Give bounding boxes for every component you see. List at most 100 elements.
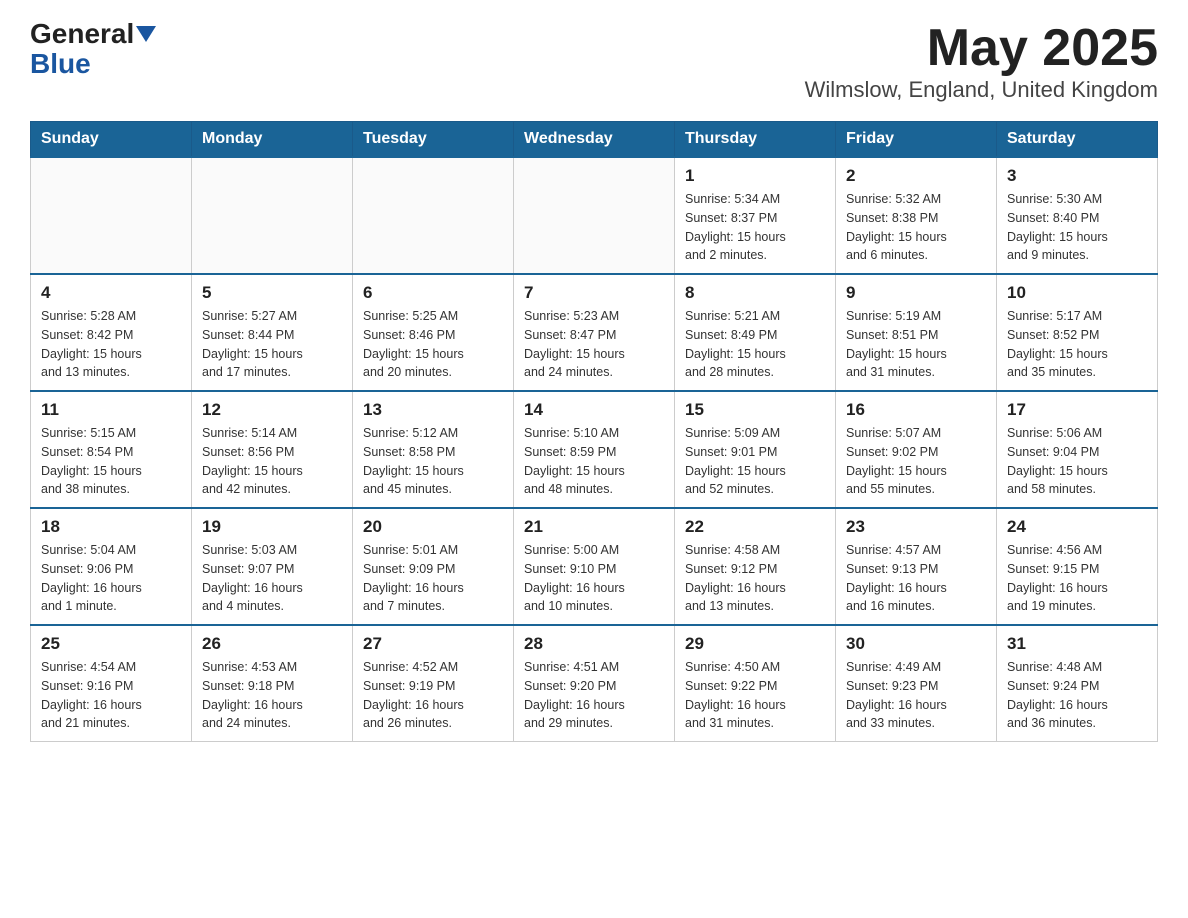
logo-blue: Blue [30,48,91,80]
month-title: May 2025 [805,20,1158,77]
week-row-4: 18 Sunrise: 5:04 AM Sunset: 9:06 PM Dayli… [31,508,1158,625]
calendar-cell-empty [514,157,675,274]
location-title: Wilmslow, England, United Kingdom [805,77,1158,103]
day-number: 15 [685,400,825,420]
day-info: Sunrise: 5:06 AM Sunset: 9:04 PM Dayligh… [1007,424,1147,499]
calendar-cell-29: 29 Sunrise: 4:50 AM Sunset: 9:22 PM Dayli… [675,625,836,742]
calendar-cell-21: 21Sunrise: 5:00 AM Sunset: 9:10 PM Dayli… [514,508,675,625]
day-number: 25 [41,634,181,654]
day-number: 6 [363,283,503,303]
day-info: Sunrise: 4:48 AM Sunset: 9:24 PM Dayligh… [1007,658,1147,733]
calendar-cell-18: 18 Sunrise: 5:04 AM Sunset: 9:06 PM Dayli… [31,508,192,625]
day-info: Sunrise: 4:57 AM Sunset: 9:13 PM Dayligh… [846,541,986,616]
day-info: Sunrise: 5:00 AM Sunset: 9:10 PM Dayligh… [524,541,664,616]
calendar-cell-6: 6 Sunrise: 5:25 AM Sunset: 8:46 PM Daylig… [353,274,514,391]
day-number: 27 [363,634,503,654]
day-info: Sunrise: 5:12 AM Sunset: 8:58 PM Dayligh… [363,424,503,499]
calendar-header-wednesday: Wednesday [514,122,675,158]
calendar-cell-11: 11Sunrise: 5:15 AM Sunset: 8:54 PM Dayli… [31,391,192,508]
day-number: 7 [524,283,664,303]
calendar-cell-20: 20Sunrise: 5:01 AM Sunset: 9:09 PM Dayli… [353,508,514,625]
calendar-cell-empty [192,157,353,274]
title-block: May 2025 Wilmslow, England, United Kingd… [805,20,1158,103]
day-info: Sunrise: 4:50 AM Sunset: 9:22 PM Dayligh… [685,658,825,733]
day-number: 29 [685,634,825,654]
calendar-cell-1: 1 Sunrise: 5:34 AM Sunset: 8:37 PM Daylig… [675,157,836,274]
day-number: 14 [524,400,664,420]
calendar-header-friday: Friday [836,122,997,158]
day-info: Sunrise: 5:09 AM Sunset: 9:01 PM Dayligh… [685,424,825,499]
calendar-cell-28: 28Sunrise: 4:51 AM Sunset: 9:20 PM Dayli… [514,625,675,742]
day-info: Sunrise: 5:25 AM Sunset: 8:46 PM Dayligh… [363,307,503,382]
day-info: Sunrise: 5:01 AM Sunset: 9:09 PM Dayligh… [363,541,503,616]
day-number: 28 [524,634,664,654]
calendar-cell-5: 5 Sunrise: 5:27 AM Sunset: 8:44 PM Daylig… [192,274,353,391]
calendar-cell-24: 24 Sunrise: 4:56 AM Sunset: 9:15 PM Dayli… [997,508,1158,625]
calendar-cell-25: 25 Sunrise: 4:54 AM Sunset: 9:16 PM Dayli… [31,625,192,742]
calendar-cell-22: 22 Sunrise: 4:58 AM Sunset: 9:12 PM Dayli… [675,508,836,625]
day-info: Sunrise: 5:32 AM Sunset: 8:38 PM Dayligh… [846,190,986,265]
day-info: Sunrise: 5:14 AM Sunset: 8:56 PM Dayligh… [202,424,342,499]
day-number: 9 [846,283,986,303]
calendar-header-thursday: Thursday [675,122,836,158]
day-info: Sunrise: 5:15 AM Sunset: 8:54 PM Dayligh… [41,424,181,499]
calendar-table: SundayMondayTuesdayWednesdayThursdayFrid… [30,121,1158,742]
logo-general: General [30,20,134,48]
day-number: 2 [846,166,986,186]
calendar-cell-16: 16 Sunrise: 5:07 AM Sunset: 9:02 PM Dayli… [836,391,997,508]
day-info: Sunrise: 5:28 AM Sunset: 8:42 PM Dayligh… [41,307,181,382]
week-row-3: 11Sunrise: 5:15 AM Sunset: 8:54 PM Dayli… [31,391,1158,508]
day-number: 30 [846,634,986,654]
calendar-cell-14: 14 Sunrise: 5:10 AM Sunset: 8:59 PM Dayli… [514,391,675,508]
day-info: Sunrise: 5:27 AM Sunset: 8:44 PM Dayligh… [202,307,342,382]
day-number: 17 [1007,400,1147,420]
calendar-cell-19: 19Sunrise: 5:03 AM Sunset: 9:07 PM Dayli… [192,508,353,625]
calendar-cell-2: 2 Sunrise: 5:32 AM Sunset: 8:38 PM Daylig… [836,157,997,274]
calendar-cell-10: 10 Sunrise: 5:17 AM Sunset: 8:52 PM Dayli… [997,274,1158,391]
day-info: Sunrise: 4:56 AM Sunset: 9:15 PM Dayligh… [1007,541,1147,616]
day-number: 24 [1007,517,1147,537]
calendar-cell-30: 30 Sunrise: 4:49 AM Sunset: 9:23 PM Dayli… [836,625,997,742]
calendar-header-sunday: Sunday [31,122,192,158]
calendar-header-tuesday: Tuesday [353,122,514,158]
day-info: Sunrise: 5:34 AM Sunset: 8:37 PM Dayligh… [685,190,825,265]
day-number: 1 [685,166,825,186]
day-number: 13 [363,400,503,420]
calendar-cell-26: 26Sunrise: 4:53 AM Sunset: 9:18 PM Dayli… [192,625,353,742]
day-info: Sunrise: 4:52 AM Sunset: 9:19 PM Dayligh… [363,658,503,733]
day-number: 18 [41,517,181,537]
day-number: 16 [846,400,986,420]
logo-triangle-icon [136,26,156,42]
calendar-cell-4: 4 Sunrise: 5:28 AM Sunset: 8:42 PM Daylig… [31,274,192,391]
week-row-1: 1 Sunrise: 5:34 AM Sunset: 8:37 PM Daylig… [31,157,1158,274]
day-info: Sunrise: 5:04 AM Sunset: 9:06 PM Dayligh… [41,541,181,616]
day-info: Sunrise: 5:07 AM Sunset: 9:02 PM Dayligh… [846,424,986,499]
page-header: General Blue May 2025 Wilmslow, England,… [30,20,1158,103]
day-info: Sunrise: 4:49 AM Sunset: 9:23 PM Dayligh… [846,658,986,733]
calendar-cell-9: 9Sunrise: 5:19 AM Sunset: 8:51 PM Daylig… [836,274,997,391]
calendar-cell-27: 27 Sunrise: 4:52 AM Sunset: 9:19 PM Dayli… [353,625,514,742]
calendar-header-saturday: Saturday [997,122,1158,158]
calendar-cell-15: 15 Sunrise: 5:09 AM Sunset: 9:01 PM Dayli… [675,391,836,508]
calendar-cell-empty [353,157,514,274]
day-number: 4 [41,283,181,303]
day-number: 5 [202,283,342,303]
calendar-cell-17: 17 Sunrise: 5:06 AM Sunset: 9:04 PM Dayli… [997,391,1158,508]
day-number: 26 [202,634,342,654]
day-number: 22 [685,517,825,537]
day-info: Sunrise: 4:58 AM Sunset: 9:12 PM Dayligh… [685,541,825,616]
day-number: 19 [202,517,342,537]
day-number: 8 [685,283,825,303]
logo: General Blue [30,20,156,80]
day-info: Sunrise: 5:23 AM Sunset: 8:47 PM Dayligh… [524,307,664,382]
calendar-cell-3: 3Sunrise: 5:30 AM Sunset: 8:40 PM Daylig… [997,157,1158,274]
calendar-cell-12: 12Sunrise: 5:14 AM Sunset: 8:56 PM Dayli… [192,391,353,508]
day-info: Sunrise: 5:10 AM Sunset: 8:59 PM Dayligh… [524,424,664,499]
day-info: Sunrise: 5:30 AM Sunset: 8:40 PM Dayligh… [1007,190,1147,265]
day-number: 10 [1007,283,1147,303]
calendar-header-row: SundayMondayTuesdayWednesdayThursdayFrid… [31,122,1158,158]
day-info: Sunrise: 4:54 AM Sunset: 9:16 PM Dayligh… [41,658,181,733]
day-info: Sunrise: 5:17 AM Sunset: 8:52 PM Dayligh… [1007,307,1147,382]
day-number: 23 [846,517,986,537]
day-info: Sunrise: 5:21 AM Sunset: 8:49 PM Dayligh… [685,307,825,382]
